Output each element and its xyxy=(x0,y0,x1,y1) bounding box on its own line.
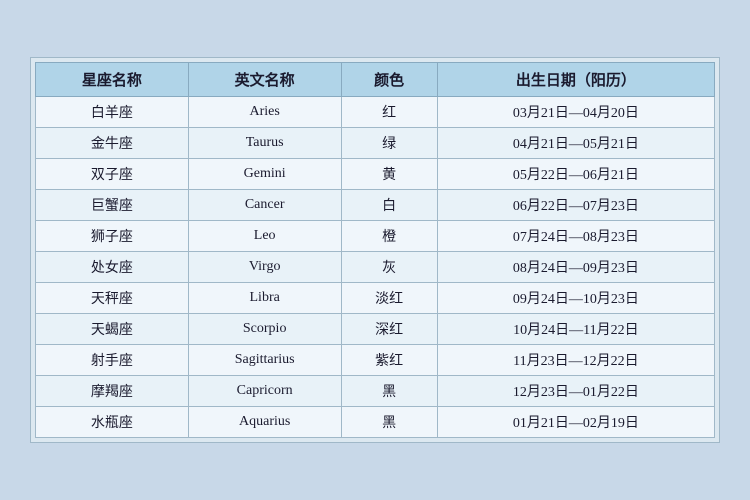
table-row: 处女座Virgo灰08月24日—09月23日 xyxy=(36,252,715,283)
cell-english-name: Sagittarius xyxy=(188,345,341,376)
cell-chinese-name: 双子座 xyxy=(36,159,189,190)
cell-english-name: Taurus xyxy=(188,128,341,159)
cell-dates: 11月23日—12月22日 xyxy=(437,345,714,376)
header-birthdate: 出生日期（阳历） xyxy=(437,63,714,97)
cell-color: 淡红 xyxy=(341,283,437,314)
table-row: 金牛座Taurus绿04月21日—05月21日 xyxy=(36,128,715,159)
cell-chinese-name: 天蝎座 xyxy=(36,314,189,345)
cell-chinese-name: 水瓶座 xyxy=(36,407,189,438)
cell-dates: 10月24日—11月22日 xyxy=(437,314,714,345)
cell-dates: 12月23日—01月22日 xyxy=(437,376,714,407)
table-row: 天秤座Libra淡红09月24日—10月23日 xyxy=(36,283,715,314)
header-english-name: 英文名称 xyxy=(188,63,341,97)
cell-chinese-name: 处女座 xyxy=(36,252,189,283)
cell-color: 紫红 xyxy=(341,345,437,376)
zodiac-table-container: 星座名称 英文名称 颜色 出生日期（阳历） 白羊座Aries红03月21日—04… xyxy=(30,57,720,443)
cell-english-name: Virgo xyxy=(188,252,341,283)
cell-dates: 06月22日—07月23日 xyxy=(437,190,714,221)
cell-chinese-name: 金牛座 xyxy=(36,128,189,159)
cell-dates: 01月21日—02月19日 xyxy=(437,407,714,438)
table-row: 巨蟹座Cancer白06月22日—07月23日 xyxy=(36,190,715,221)
cell-chinese-name: 射手座 xyxy=(36,345,189,376)
cell-color: 灰 xyxy=(341,252,437,283)
header-color: 颜色 xyxy=(341,63,437,97)
cell-english-name: Gemini xyxy=(188,159,341,190)
zodiac-table: 星座名称 英文名称 颜色 出生日期（阳历） 白羊座Aries红03月21日—04… xyxy=(35,62,715,438)
cell-dates: 05月22日—06月21日 xyxy=(437,159,714,190)
cell-english-name: Leo xyxy=(188,221,341,252)
table-body: 白羊座Aries红03月21日—04月20日金牛座Taurus绿04月21日—0… xyxy=(36,97,715,438)
cell-english-name: Aquarius xyxy=(188,407,341,438)
cell-color: 橙 xyxy=(341,221,437,252)
cell-color: 白 xyxy=(341,190,437,221)
cell-color: 红 xyxy=(341,97,437,128)
cell-dates: 03月21日—04月20日 xyxy=(437,97,714,128)
cell-dates: 04月21日—05月21日 xyxy=(437,128,714,159)
cell-color: 深红 xyxy=(341,314,437,345)
table-row: 白羊座Aries红03月21日—04月20日 xyxy=(36,97,715,128)
cell-dates: 07月24日—08月23日 xyxy=(437,221,714,252)
cell-english-name: Libra xyxy=(188,283,341,314)
cell-chinese-name: 狮子座 xyxy=(36,221,189,252)
cell-color: 黑 xyxy=(341,376,437,407)
cell-dates: 08月24日—09月23日 xyxy=(437,252,714,283)
cell-chinese-name: 巨蟹座 xyxy=(36,190,189,221)
cell-english-name: Capricorn xyxy=(188,376,341,407)
cell-dates: 09月24日—10月23日 xyxy=(437,283,714,314)
cell-chinese-name: 白羊座 xyxy=(36,97,189,128)
table-row: 摩羯座Capricorn黑12月23日—01月22日 xyxy=(36,376,715,407)
header-chinese-name: 星座名称 xyxy=(36,63,189,97)
table-row: 水瓶座Aquarius黑01月21日—02月19日 xyxy=(36,407,715,438)
cell-chinese-name: 摩羯座 xyxy=(36,376,189,407)
table-row: 射手座Sagittarius紫红11月23日—12月22日 xyxy=(36,345,715,376)
cell-color: 绿 xyxy=(341,128,437,159)
cell-english-name: Scorpio xyxy=(188,314,341,345)
table-row: 双子座Gemini黄05月22日—06月21日 xyxy=(36,159,715,190)
table-row: 狮子座Leo橙07月24日—08月23日 xyxy=(36,221,715,252)
cell-color: 黑 xyxy=(341,407,437,438)
cell-english-name: Aries xyxy=(188,97,341,128)
cell-english-name: Cancer xyxy=(188,190,341,221)
table-header-row: 星座名称 英文名称 颜色 出生日期（阳历） xyxy=(36,63,715,97)
cell-chinese-name: 天秤座 xyxy=(36,283,189,314)
cell-color: 黄 xyxy=(341,159,437,190)
table-row: 天蝎座Scorpio深红10月24日—11月22日 xyxy=(36,314,715,345)
